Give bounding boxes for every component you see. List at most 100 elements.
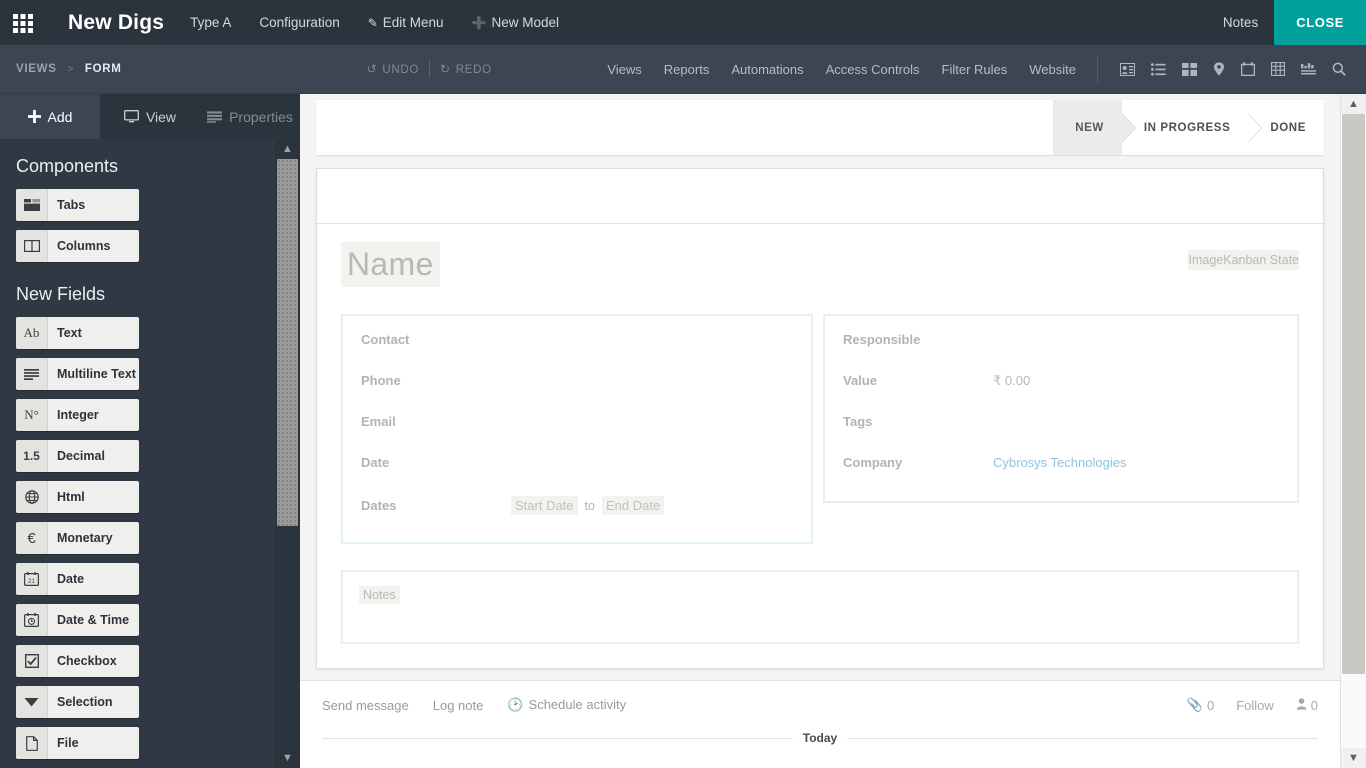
schedule-activity-label: Schedule activity <box>528 697 627 712</box>
field-row-value[interactable]: Value ₹ 0.00 <box>843 373 1279 405</box>
form-group-left[interactable]: Contact Phone Email Date Dates Start Dat… <box>341 314 813 544</box>
notes-link[interactable]: Notes <box>1207 0 1274 45</box>
components-list: Tabs Columns <box>16 189 268 262</box>
field-value-monetary[interactable]: ₹ 0.00 <box>993 373 1279 389</box>
studio-tab-filter-rules[interactable]: Filter Rules <box>931 45 1019 94</box>
field-row-contact[interactable]: Contact <box>361 332 793 364</box>
redo-button[interactable]: ↻ REDO <box>430 62 502 76</box>
stage-new[interactable]: NEW <box>1053 100 1136 155</box>
chevron-up-icon[interactable]: ▲ <box>275 139 300 159</box>
field-row-phone[interactable]: Phone <box>361 373 793 405</box>
field-row-tags[interactable]: Tags <box>843 414 1279 446</box>
image-widget-label[interactable]: Image <box>1188 250 1224 270</box>
log-note-button[interactable]: Log note <box>433 698 484 713</box>
notes-field[interactable]: Notes <box>359 586 400 604</box>
form-sheet-wrap: Name Image Kanban State Contact Phone Em… <box>316 168 1324 669</box>
undo-redo-group: ↺ UNDO ↻ REDO <box>357 60 502 78</box>
field-html[interactable]: Html <box>16 481 139 513</box>
content-scroll-track[interactable] <box>1341 114 1366 748</box>
chevron-down-icon[interactable]: ▼ <box>275 748 300 768</box>
undo-button[interactable]: ↺ UNDO <box>357 62 429 76</box>
file-icon <box>16 727 48 759</box>
field-checkbox[interactable]: Checkbox <box>16 645 139 677</box>
svg-text:21: 21 <box>28 579 35 585</box>
apps-grid-icon[interactable] <box>0 12 46 34</box>
field-selection[interactable]: Selection <box>16 686 139 718</box>
close-button[interactable]: CLOSE <box>1274 0 1366 45</box>
chatter: Send message Log note 🕑 Schedule activity… <box>300 680 1340 768</box>
calendar-icon[interactable] <box>1233 62 1263 76</box>
followers-count: 0 <box>1310 697 1318 713</box>
send-message-button[interactable]: Send message <box>322 698 409 713</box>
map-pin-icon[interactable] <box>1205 62 1233 76</box>
field-row-dates[interactable]: Dates Start Date to End Date <box>361 496 793 528</box>
attachments-counter[interactable]: 📎 0 <box>1187 697 1214 713</box>
end-date-input[interactable]: End Date <box>601 496 665 515</box>
content-scrollbar[interactable]: ▲ ▼ <box>1340 94 1366 768</box>
field-row-date[interactable]: Date <box>361 455 793 487</box>
sidebar-tab-properties[interactable]: Properties <box>200 94 300 139</box>
list-view-icon[interactable] <box>1143 62 1174 76</box>
studio-tab-reports[interactable]: Reports <box>653 45 721 94</box>
sidebar-scroll-thumb[interactable] <box>277 159 298 526</box>
sidebar-scroll-track[interactable] <box>275 159 300 748</box>
sidebar-tab-add[interactable]: Add <box>0 94 100 139</box>
kanban-view-icon[interactable] <box>1174 62 1205 76</box>
schedule-activity-button[interactable]: 🕑 Schedule activity <box>507 697 626 713</box>
text-ab-icon: Ab <box>16 317 48 349</box>
content-scroll-thumb[interactable] <box>1342 114 1365 674</box>
record-name-input[interactable]: Name <box>341 242 440 288</box>
pencil-icon: ✎ <box>367 15 378 30</box>
sidebar-scrollbar[interactable]: ▲ ▼ <box>275 139 300 768</box>
graph-icon[interactable] <box>1293 62 1324 76</box>
stage-in-progress[interactable]: IN PROGRESS <box>1121 100 1263 155</box>
field-row-responsible[interactable]: Responsible <box>843 332 1279 364</box>
sidebar-tab-view[interactable]: View <box>100 94 200 139</box>
studio-tab-views[interactable]: Views <box>596 45 652 94</box>
kanban-state-widget-label[interactable]: Kanban State <box>1223 250 1299 270</box>
follow-button[interactable]: Follow <box>1236 698 1274 713</box>
field-monetary[interactable]: € Monetary <box>16 522 139 554</box>
menu-item-type-a[interactable]: Type A <box>176 0 245 45</box>
plus-icon <box>27 110 41 123</box>
field-value-daterange[interactable]: Start Date to End Date <box>511 496 793 515</box>
calendar-21-icon: 21 <box>16 563 48 595</box>
form-group-notes[interactable]: Notes <box>341 570 1299 644</box>
field-integer[interactable]: N° Integer <box>16 399 139 431</box>
chevron-up-icon[interactable]: ▲ <box>1341 94 1366 114</box>
field-decimal[interactable]: 1.5 Decimal <box>16 440 139 472</box>
field-row-email[interactable]: Email <box>361 414 793 446</box>
form-group-right[interactable]: Responsible Value ₹ 0.00 Tags Company Cy… <box>823 314 1299 503</box>
chevron-down-icon[interactable]: ▼ <box>1341 748 1366 768</box>
form-corner-widgets: Image Kanban State <box>1188 250 1299 270</box>
form-button-box[interactable] <box>317 169 1323 224</box>
studio-tab-website[interactable]: Website <box>1018 45 1087 94</box>
field-text[interactable]: Ab Text <box>16 317 139 349</box>
start-date-input[interactable]: Start Date <box>511 496 578 515</box>
contact-card-icon[interactable] <box>1112 62 1143 76</box>
form-groups: Contact Phone Email Date Dates Start Dat… <box>341 314 1299 544</box>
field-value-company[interactable]: Cybrosys Technologies <box>993 455 1279 470</box>
menu-item-configuration[interactable]: Configuration <box>245 0 353 45</box>
company-link[interactable]: Cybrosys Technologies <box>993 455 1126 470</box>
menu-item-new-model[interactable]: ➕ New Model <box>458 0 573 46</box>
field-label: Phone <box>361 373 401 388</box>
field-label: Responsible <box>843 332 921 347</box>
chip-label: Columns <box>57 239 111 253</box>
menu-item-edit-menu[interactable]: ✎ Edit Menu <box>354 0 458 46</box>
followers-counter[interactable]: 0 <box>1296 698 1318 713</box>
tabs-icon <box>16 189 48 221</box>
search-icon[interactable] <box>1324 62 1354 76</box>
studio-tab-access-controls[interactable]: Access Controls <box>815 45 931 94</box>
field-date[interactable]: 21 Date <box>16 563 139 595</box>
component-tabs[interactable]: Tabs <box>16 189 139 221</box>
pivot-grid-icon[interactable] <box>1263 62 1293 76</box>
redo-label: REDO <box>455 64 492 76</box>
field-file[interactable]: File <box>16 727 139 759</box>
breadcrumb-views[interactable]: VIEWS <box>16 63 57 75</box>
field-multiline-text[interactable]: Multiline Text <box>16 358 139 390</box>
studio-tab-automations[interactable]: Automations <box>720 45 814 94</box>
field-date-time[interactable]: Date & Time <box>16 604 139 636</box>
component-columns[interactable]: Columns <box>16 230 139 262</box>
field-row-company[interactable]: Company Cybrosys Technologies <box>843 455 1279 487</box>
